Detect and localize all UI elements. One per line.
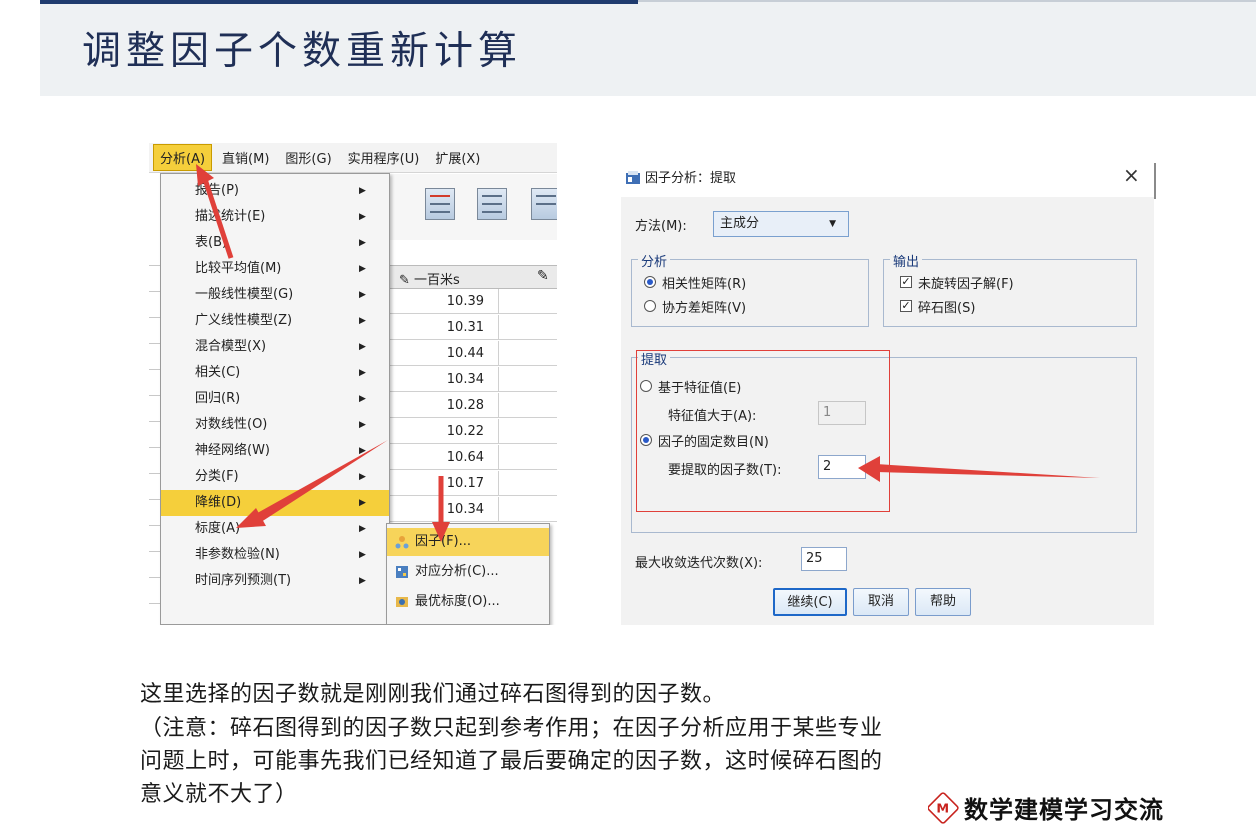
data-cell[interactable]: 10.17 <box>389 471 499 496</box>
extract-highlight-box <box>636 350 890 512</box>
menu-item-nonparametric[interactable]: 非参数检验(N) ▶ <box>161 542 389 568</box>
menu-item-compare-means[interactable]: 比较平均值(M) ▶ <box>161 256 389 282</box>
menu-item-descriptive[interactable]: 描述统计(E) ▶ <box>161 204 389 230</box>
spss-app-icon <box>626 171 640 184</box>
submenu-arrow-icon: ▶ <box>359 550 366 560</box>
explanation-line-3: 问题上时，可能事先我们已经知道了最后要确定的因子数，这时候碎石图的 <box>140 749 883 774</box>
menu-extensions[interactable]: 扩展(X) <box>429 145 486 170</box>
scale-ruler-icon: ✎ <box>537 268 549 284</box>
unrotated-solution-checkbox[interactable]: ✓ <box>900 276 912 288</box>
correlation-matrix-radio[interactable] <box>644 276 656 288</box>
menu-item-regression[interactable]: 回归(R) ▶ <box>161 386 389 412</box>
max-iterations-label: 最大收敛迭代次数(X): <box>635 556 763 571</box>
footer-logo: M 数学建模学习交流 <box>928 791 1164 824</box>
output-group: 输出 ✓ 未旋转因子解(F) ✓ 碎石图(S) <box>883 251 1137 327</box>
submenu-arrow-icon: ▶ <box>359 472 366 482</box>
menu-utilities[interactable]: 实用程序(U) <box>342 145 426 170</box>
menu-item-loglinear[interactable]: 对数线性(O) ▶ <box>161 412 389 438</box>
output-group-title: 输出 <box>890 251 923 270</box>
submenu-arrow-icon: ▶ <box>359 264 366 274</box>
explanation-line-4: 意义就不大了） <box>140 782 298 807</box>
covariance-matrix-radio[interactable] <box>644 300 656 312</box>
correlation-matrix-label: 相关性矩阵(R) <box>662 277 747 292</box>
menu-item-glm[interactable]: 一般线性模型(G) ▶ <box>161 282 389 308</box>
dimension-reduction-submenu: 因子(F)... 对应分析(C)... 最优标度(O)... <box>386 523 550 625</box>
submenu-arrow-icon: ▶ <box>359 316 366 326</box>
page-title: 调整因子个数重新计算 <box>82 29 523 74</box>
column-header-label: 一百米s <box>414 273 460 288</box>
explanation-line-2: （注意：碎石图得到的因子数只起到参考作用；在因子分析应用于某些专业 <box>140 716 883 741</box>
submenu-arrow-icon: ▶ <box>359 420 366 430</box>
header-divider-line <box>638 0 1256 2</box>
data-cell[interactable]: 10.34 <box>389 367 499 392</box>
submenu-arrow-icon: ▶ <box>359 576 366 586</box>
optimal-scaling-icon <box>396 597 408 607</box>
scree-plot-label: 碎石图(S) <box>918 301 976 316</box>
submenu-arrow-icon: ▶ <box>359 186 366 196</box>
menu-item-neural-networks[interactable]: 神经网络(W) ▶ <box>161 438 389 464</box>
submenu-arrow-icon: ▶ <box>359 342 366 352</box>
scale-ruler-icon: ✎ <box>399 273 415 288</box>
data-cell[interactable]: 10.31 <box>389 315 499 340</box>
column-header[interactable]: ✎ 一百米s ✎ <box>389 265 557 289</box>
explanation-line-1: 这里选择的因子数就是刚刚我们通过碎石图得到的因子数。 <box>140 682 726 707</box>
submenu-arrow-icon: ▶ <box>359 394 366 404</box>
select-cases-icon[interactable] <box>425 188 455 220</box>
value-labels-icon[interactable] <box>477 188 507 220</box>
menu-item-forecasting[interactable]: 时间序列预测(T) ▶ <box>161 568 389 594</box>
submenu-arrow-icon: ▶ <box>359 498 366 508</box>
grid-icon[interactable] <box>531 188 557 220</box>
correspondence-icon <box>396 566 408 578</box>
scree-plot-checkbox[interactable]: ✓ <box>900 300 912 312</box>
submenu-item-correspondence[interactable]: 对应分析(C)... <box>387 558 549 586</box>
dialog-title: 因子分析：提取 <box>645 171 737 186</box>
menu-item-correlate[interactable]: 相关(C) ▶ <box>161 360 389 386</box>
menubar: 分析(A) 直销(M) 图形(G) 实用程序(U) 扩展(X) <box>149 143 557 173</box>
submenu-arrow-icon: ▶ <box>359 238 366 248</box>
submenu-item-optimal-scaling[interactable]: 最优标度(O)... <box>387 588 549 616</box>
data-cell[interactable]: 10.64 <box>389 445 499 470</box>
covariance-matrix-label: 协方差矩阵(V) <box>662 301 747 316</box>
submenu-arrow-icon: ▶ <box>359 212 366 222</box>
data-cell[interactable]: 10.44 <box>389 341 499 366</box>
menu-item-dimension-reduction[interactable]: 降维(D) ▶ <box>161 490 389 516</box>
spss-menu-screenshot: 分析(A) 直销(M) 图形(G) 实用程序(U) 扩展(X) ✎ 一百米s ✎… <box>149 143 557 625</box>
data-cell[interactable]: 10.34 <box>389 497 499 522</box>
menu-item-tables[interactable]: 表(B) ▶ <box>161 230 389 256</box>
analyze-group-title: 分析 <box>638 251 671 270</box>
method-label: 方法(M): <box>635 219 687 234</box>
menu-item-generalized-lm[interactable]: 广义线性模型(Z) ▶ <box>161 308 389 334</box>
menu-direct-marketing[interactable]: 直销(M) <box>216 145 275 170</box>
help-button[interactable]: 帮助 <box>915 588 971 616</box>
logo-text: 数学建模学习交流 <box>964 796 1164 824</box>
analyze-menu: 报告(P) ▶ 描述统计(E) ▶ 表(B) ▶ 比较平均值(M) ▶ 一般线性模型(G… <box>160 173 390 625</box>
close-icon[interactable]: × <box>1123 163 1140 187</box>
header-accent-line <box>40 0 638 4</box>
data-cell[interactable]: 10.39 <box>389 289 499 314</box>
data-cell[interactable]: 10.22 <box>389 419 499 444</box>
submenu-arrow-icon: ▶ <box>359 290 366 300</box>
submenu-arrow-icon: ▶ <box>359 446 366 456</box>
menu-graphs[interactable]: 图形(G) <box>279 145 337 170</box>
factor-icon <box>395 536 409 549</box>
method-select[interactable]: 主成分 ▼ <box>713 211 849 237</box>
toolbar <box>389 174 557 240</box>
logo-mark-icon: M <box>928 791 960 824</box>
analyze-group: 分析 相关性矩阵(R) 协方差矩阵(V) <box>631 251 869 327</box>
menu-analyze[interactable]: 分析(A) <box>153 144 213 171</box>
window-edge <box>1154 163 1156 199</box>
submenu-arrow-icon: ▶ <box>359 524 366 534</box>
menu-item-classify[interactable]: 分类(F) ▶ <box>161 464 389 490</box>
data-cell[interactable]: 10.28 <box>389 393 499 418</box>
continue-button[interactable]: 继续(C) <box>773 588 847 616</box>
menu-item-mixed-models[interactable]: 混合模型(X) ▶ <box>161 334 389 360</box>
menu-item-reports[interactable]: 报告(P) ▶ <box>161 178 389 204</box>
unrotated-solution-label: 未旋转因子解(F) <box>918 277 1014 292</box>
cancel-button[interactable]: 取消 <box>853 588 909 616</box>
max-iterations-input[interactable]: 25 <box>801 547 847 571</box>
submenu-arrow-icon: ▶ <box>359 368 366 378</box>
chevron-down-icon: ▼ <box>829 219 836 229</box>
submenu-item-factor[interactable]: 因子(F)... <box>387 528 549 556</box>
menu-item-scale[interactable]: 标度(A) ▶ <box>161 516 389 542</box>
